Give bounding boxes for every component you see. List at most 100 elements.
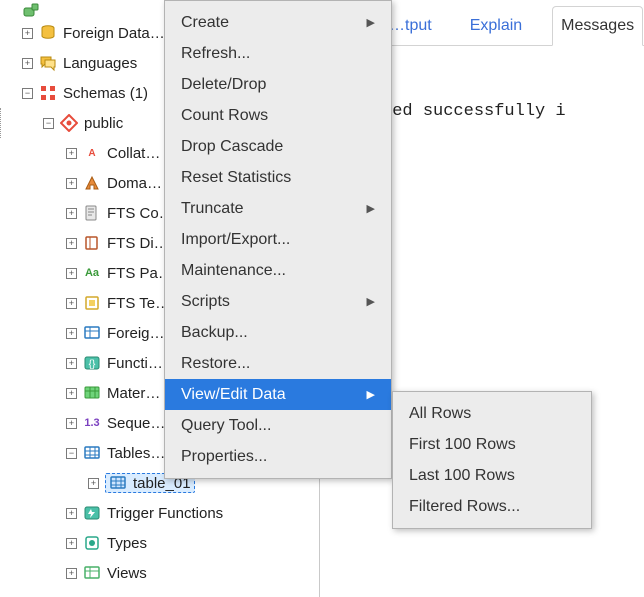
menu-scripts[interactable]: Scripts ▶ [165,286,391,317]
tree-node-views[interactable]: Views [0,558,319,588]
menu-label: Reset Statistics [181,169,291,187]
menu-label: Filtered Rows... [409,498,520,516]
menu-drop-cascade[interactable]: Drop Cascade [165,131,391,162]
expand-toggle[interactable] [66,298,77,309]
expand-toggle[interactable] [66,538,77,549]
menu-query-tool[interactable]: Query Tool... [165,410,391,441]
expand-toggle[interactable] [22,28,33,39]
expand-toggle[interactable] [66,418,77,429]
tree-label: Foreign Data… [63,25,165,42]
expand-toggle[interactable] [88,478,99,489]
tree-node-types[interactable]: Types [0,528,319,558]
trigger-fn-icon [83,504,101,522]
menu-view-edit-data[interactable]: View/Edit Data ▶ [165,379,391,410]
menu-delete[interactable]: Delete/Drop [165,69,391,100]
expand-toggle[interactable] [66,208,77,219]
menu-truncate[interactable]: Truncate ▶ [165,193,391,224]
menu-label: Scripts [181,293,230,311]
tree-label: Collat… [107,145,160,162]
domain-icon [83,174,101,192]
tab-explain[interactable]: Explain [462,7,530,45]
submenu-first-100[interactable]: First 100 Rows [393,429,591,460]
tables-icon [83,444,101,462]
menu-refresh[interactable]: Refresh... [165,38,391,69]
menu-label: Drop Cascade [181,138,283,156]
view-data-submenu: All Rows First 100 Rows Last 100 Rows Fi… [392,391,592,529]
menu-label: Create [181,14,229,32]
menu-label: Import/Export... [181,231,290,249]
collapse-toggle[interactable] [43,118,54,129]
fts-template-icon [83,294,101,312]
context-menu: Create ▶ Refresh... Delete/Drop Count Ro… [164,0,392,479]
foreign-table-icon [83,324,101,342]
expand-toggle[interactable] [66,268,77,279]
menu-label: All Rows [409,405,471,423]
expand-toggle[interactable] [66,388,77,399]
menu-reset-stats[interactable]: Reset Statistics [165,162,391,193]
types-icon [83,534,101,552]
schemas-icon [39,84,57,102]
menu-label: Properties... [181,448,267,466]
menu-label: Count Rows [181,107,268,125]
menu-count-rows[interactable]: Count Rows [165,100,391,131]
menu-label: Query Tool... [181,417,271,435]
submenu-arrow-icon: ▶ [367,202,375,215]
languages-icon [39,54,57,72]
expand-toggle[interactable] [22,58,33,69]
menu-maintenance[interactable]: Maintenance... [165,255,391,286]
submenu-arrow-icon: ▶ [367,388,375,401]
tree-label: Types [107,535,147,552]
expand-toggle[interactable] [66,568,77,579]
collapse-toggle[interactable] [22,88,33,99]
expand-toggle[interactable] [66,178,77,189]
tree-label: Schemas (1) [63,85,148,102]
tree-label: Languages [63,55,137,72]
function-icon: {} [83,354,101,372]
tree-label: Views [107,565,147,582]
menu-label: Maintenance... [181,262,286,280]
tree-label: Trigger Functions [107,505,223,522]
expand-toggle[interactable] [66,238,77,249]
menu-label: Truncate [181,200,244,218]
tree-label: FTS Pa… [107,265,173,282]
tree-label: Functi… [107,355,163,372]
expand-toggle[interactable] [66,358,77,369]
fts-config-icon [83,204,101,222]
collapse-toggle[interactable] [66,448,77,459]
expand-toggle[interactable] [66,328,77,339]
sequence-icon: 1.3 [83,414,101,432]
matview-icon [83,384,101,402]
menu-label: Restore... [181,355,250,373]
fts-dict-icon [83,234,101,252]
submenu-all-rows[interactable]: All Rows [393,398,591,429]
table-icon [109,474,127,492]
expand-toggle[interactable] [66,148,77,159]
tree-label: Seque… [107,415,165,432]
collation-icon: A [83,144,101,162]
foreign-data-icon [39,24,57,42]
menu-create[interactable]: Create ▶ [165,7,391,38]
tree-node-trigger-functions[interactable]: Trigger Functions [0,498,319,528]
submenu-arrow-icon: ▶ [367,295,375,308]
menu-import-export[interactable]: Import/Export... [165,224,391,255]
submenu-last-100[interactable]: Last 100 Rows [393,460,591,491]
submenu-arrow-icon: ▶ [367,16,375,29]
menu-backup[interactable]: Backup... [165,317,391,348]
tree-label: FTS Di… [107,235,169,252]
menu-restore[interactable]: Restore... [165,348,391,379]
tree-label: Mater… [107,385,160,402]
menu-label: Delete/Drop [181,76,266,94]
tree-label: FTS Te… [107,295,170,312]
tree-label: Foreig… [107,325,165,342]
svg-text:{}: {} [89,359,96,370]
tab-messages[interactable]: Messages [552,6,643,46]
menu-label: View/Edit Data [181,386,286,404]
menu-label: Last 100 Rows [409,467,515,485]
menu-label: First 100 Rows [409,436,516,454]
tree-label: public [84,115,123,132]
expand-toggle[interactable] [66,508,77,519]
menu-properties[interactable]: Properties... [165,441,391,472]
views-icon [83,564,101,582]
menu-label: Backup... [181,324,248,342]
submenu-filtered[interactable]: Filtered Rows... [393,491,591,522]
